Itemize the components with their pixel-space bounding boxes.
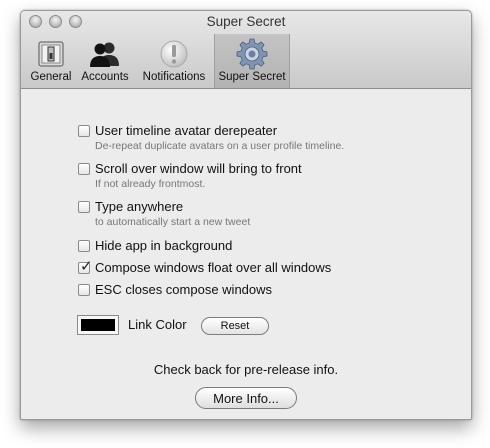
option-label: ESC closes compose windows bbox=[95, 282, 273, 297]
tab-super-secret[interactable]: Super Secret bbox=[214, 34, 290, 88]
option-description: If not already frontmost. bbox=[95, 178, 206, 190]
prerelease-info-text: Check back for pre-release info. bbox=[153, 362, 339, 377]
window-title: Super Secret bbox=[206, 14, 286, 29]
alert-icon bbox=[158, 38, 190, 70]
option-label: Compose windows float over all windows bbox=[95, 260, 332, 275]
option-label: Hide app in background bbox=[95, 238, 233, 253]
link-color-swatch bbox=[81, 319, 115, 331]
scroll-bring-front-checkbox[interactable] bbox=[78, 163, 90, 175]
toolbar: Super Secret General Accounts Notificati… bbox=[21, 11, 471, 89]
tab-super-secret-label: Super Secret bbox=[218, 71, 286, 83]
checkmark-icon: ✓ bbox=[80, 258, 93, 275]
type-anywhere-checkbox[interactable] bbox=[78, 201, 90, 213]
esc-closes-checkbox[interactable] bbox=[78, 284, 90, 296]
link-color-well[interactable] bbox=[77, 315, 119, 335]
tab-accounts[interactable]: Accounts bbox=[78, 34, 132, 88]
tab-notifications-label: Notifications bbox=[142, 71, 206, 83]
option-label: Type anywhere bbox=[95, 199, 184, 214]
gear-icon bbox=[236, 38, 268, 70]
people-icon bbox=[89, 38, 121, 70]
link-color-label: Link Color bbox=[128, 317, 187, 332]
more-info-button[interactable]: More Info... bbox=[195, 387, 297, 409]
avatar-derepeater-checkbox[interactable] bbox=[78, 125, 90, 137]
reset-button[interactable]: Reset bbox=[201, 317, 269, 335]
tab-accounts-label: Accounts bbox=[81, 71, 129, 83]
tab-general-label: General bbox=[30, 71, 72, 83]
tab-general[interactable]: General bbox=[25, 34, 77, 88]
option-label: User timeline avatar derepeater bbox=[95, 123, 278, 138]
hide-app-checkbox[interactable] bbox=[78, 240, 90, 252]
content-area: User timeline avatar derepeater De-repea… bbox=[21, 89, 471, 419]
compose-float-checkbox[interactable]: ✓ bbox=[78, 258, 93, 275]
option-label: Scroll over window will bring to front bbox=[95, 161, 302, 176]
preferences-window: Super Secret General Accounts Notificati… bbox=[20, 10, 472, 420]
option-description: De-repeat duplicate avatars on a user pr… bbox=[95, 140, 345, 152]
switch-icon bbox=[35, 38, 67, 70]
tab-notifications[interactable]: Notifications bbox=[135, 34, 213, 88]
option-description: to automatically start a new tweet bbox=[95, 216, 251, 228]
